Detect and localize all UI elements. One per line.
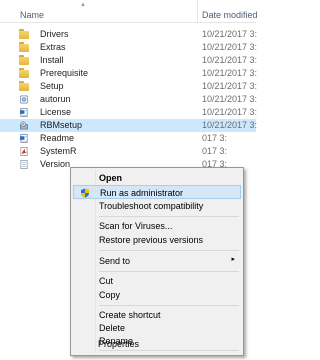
menu-item-label: Troubleshoot compatibility [99, 201, 204, 211]
text-document-icon [20, 160, 28, 169]
menu-item-cut[interactable]: Cut [73, 274, 241, 288]
menu-item-label: Open [99, 173, 123, 183]
pdf-icon [20, 147, 28, 156]
setup-information-icon [20, 95, 28, 104]
file-row-license[interactable]: License 10/21/2017 3: [0, 106, 258, 119]
file-row-rbmsetup[interactable]: RBMsetup 10/21/2017 3: [0, 119, 258, 132]
file-date: 017 3: [202, 133, 228, 143]
file-date: 10/21/2017 3: [202, 107, 258, 117]
rtf-document-icon [19, 108, 28, 117]
file-date: 10/21/2017 3: [202, 29, 258, 39]
menu-item-scan-for-viruses[interactable]: Scan for Viruses... [73, 219, 241, 233]
menu-separator [99, 216, 239, 217]
file-row-prerequisite[interactable]: Prerequisite 10/21/2017 3: [0, 67, 258, 80]
menu-separator [99, 271, 239, 272]
uac-shield-icon [81, 188, 89, 198]
file-date: 10/21/2017 3: [202, 81, 258, 91]
menu-item-label: Restore previous versions [99, 235, 204, 245]
file-row-systemr[interactable]: SystemR 017 3: [0, 145, 256, 158]
menu-separator [99, 305, 239, 306]
file-name: License [40, 107, 72, 117]
installer-icon [20, 121, 28, 130]
folder-icon [19, 68, 29, 78]
menu-item-open[interactable]: Open [73, 171, 241, 185]
column-header-bar: ▲ Name Date modified [0, 0, 258, 23]
menu-item-label: Properties [98, 339, 140, 349]
file-name: autorun [40, 94, 71, 104]
menu-separator [99, 250, 239, 251]
menu-item-delete[interactable]: Delete [73, 321, 241, 335]
menu-item-troubleshoot-compatibility[interactable]: Troubleshoot compatibility [73, 199, 241, 213]
file-date: 10/21/2017 3: [202, 120, 258, 130]
file-date: 017 3: [202, 146, 228, 156]
menu-item-label: Copy [99, 290, 121, 300]
rtf-document-icon [19, 134, 28, 143]
menu-item-properties[interactable]: Properties [72, 337, 240, 351]
file-date: 10/21/2017 3: [202, 42, 258, 52]
column-header-date-modified[interactable]: Date modified [202, 10, 258, 20]
file-name: Install [40, 55, 64, 65]
file-name: SystemR [40, 146, 77, 156]
menu-item-label: Run as administrator [100, 188, 184, 198]
menu-item-label: Delete [99, 323, 126, 333]
menu-item-restore-previous-versions[interactable]: Restore previous versions [73, 233, 241, 247]
file-name: Drivers [40, 29, 69, 39]
menu-item-label: Cut [99, 276, 114, 286]
file-row-drivers[interactable]: Drivers 10/21/2017 3: [0, 28, 258, 41]
file-name: Version [40, 159, 71, 169]
sort-ascending-icon: ▲ [80, 2, 86, 8]
folder-icon [19, 55, 29, 65]
file-name: RBMsetup [40, 120, 83, 130]
folder-icon [19, 81, 29, 91]
menu-item-copy[interactable]: Copy [73, 288, 241, 302]
file-list: Drivers 10/21/2017 3: Extras 10/21/2017 … [0, 28, 258, 171]
file-date: 10/21/2017 3: [202, 68, 258, 78]
file-row-readme[interactable]: Readme 017 3: [0, 132, 256, 145]
folder-icon [19, 42, 29, 52]
column-divider[interactable] [197, 0, 198, 22]
context-menu: Open Run as administrator Troubleshoot c… [70, 167, 244, 356]
file-row-extras[interactable]: Extras 10/21/2017 3: [0, 41, 258, 54]
file-name: Readme [40, 133, 75, 143]
file-row-install[interactable]: Install 10/21/2017 3: [0, 54, 258, 67]
menu-item-label: Scan for Viruses... [99, 221, 173, 231]
file-row-autorun[interactable]: autorun 10/21/2017 3: [0, 93, 258, 106]
menu-item-create-shortcut[interactable]: Create shortcut [73, 308, 241, 322]
menu-item-send-to[interactable]: Send to ▸ [73, 254, 241, 268]
file-date: 10/21/2017 3: [202, 55, 258, 65]
file-name: Extras [40, 42, 66, 52]
file-name: Prerequisite [40, 68, 89, 78]
folder-icon [19, 29, 29, 39]
file-name: Setup [40, 81, 64, 91]
menu-item-run-as-administrator[interactable]: Run as administrator [73, 185, 241, 199]
file-date: 10/21/2017 3: [202, 94, 258, 104]
column-header-name[interactable]: Name [20, 10, 44, 20]
menu-item-label: Send to [99, 256, 131, 266]
file-row-setup[interactable]: Setup 10/21/2017 3: [0, 80, 258, 93]
submenu-arrow-icon: ▸ [231, 256, 235, 263]
menu-item-label: Create shortcut [99, 310, 161, 320]
